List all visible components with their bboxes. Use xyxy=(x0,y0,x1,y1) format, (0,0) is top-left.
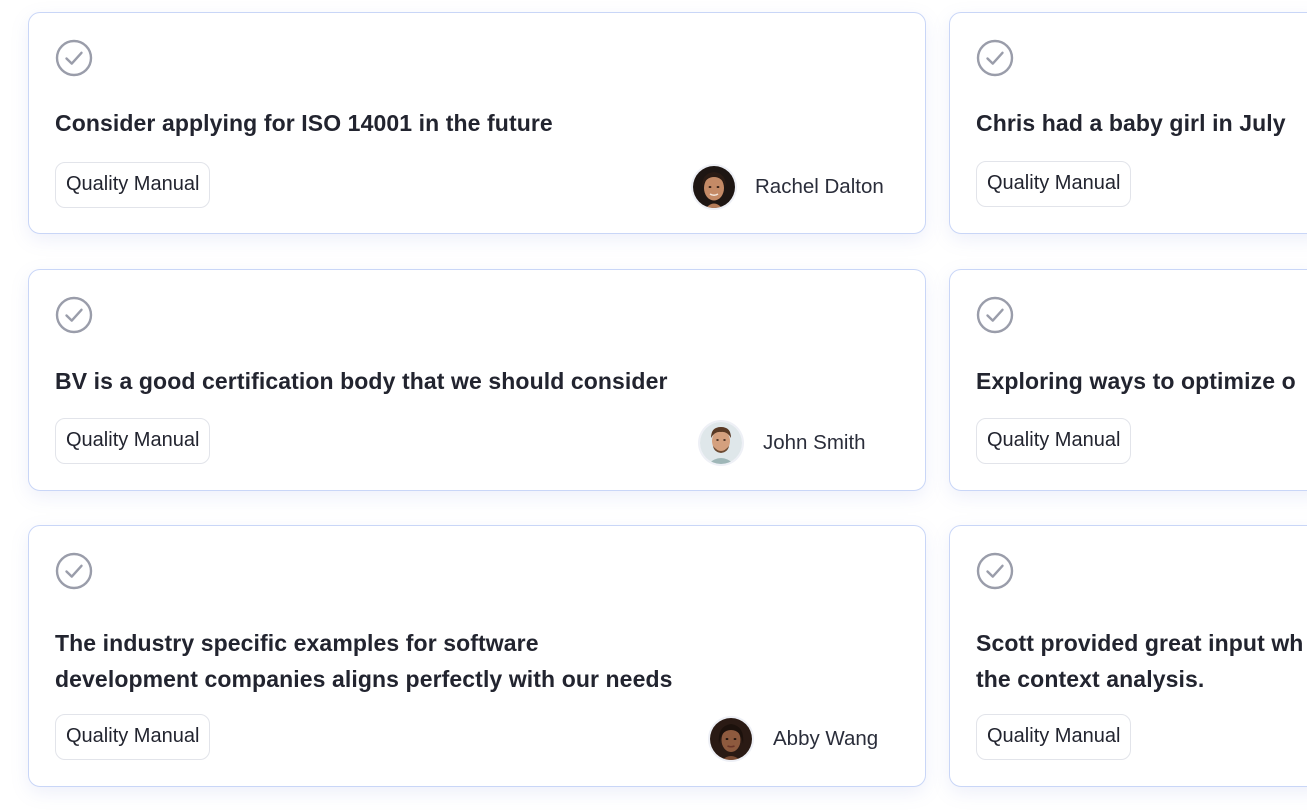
check-circle-icon[interactable] xyxy=(976,296,1014,334)
feedback-card[interactable]: Chris had a baby girl in July Quality Ma… xyxy=(949,12,1307,234)
card-title: Consider applying for ISO 14001 in the f… xyxy=(55,110,553,136)
avatar xyxy=(700,422,742,464)
feedback-card[interactable]: BV is a good certification body that we … xyxy=(28,269,926,491)
author: Rachel Dalton xyxy=(693,166,884,208)
author-name: Rachel Dalton xyxy=(755,175,884,198)
tag-quality-manual[interactable]: Quality Manual xyxy=(976,714,1132,760)
author-name: Abby Wang xyxy=(773,727,879,750)
card-title-line: The industry specific examples for softw… xyxy=(55,630,539,656)
check-circle-icon[interactable] xyxy=(55,39,93,77)
feedback-card[interactable]: The industry specific examples for softw… xyxy=(28,525,926,787)
check-circle-icon[interactable] xyxy=(55,296,93,334)
check-circle-icon[interactable] xyxy=(976,552,1014,590)
card-title: BV is a good certification body that we … xyxy=(55,368,668,394)
check-circle-icon[interactable] xyxy=(55,552,93,590)
tag-quality-manual[interactable]: Quality Manual xyxy=(55,418,211,464)
author: John Smith xyxy=(700,422,866,464)
check-circle-icon[interactable] xyxy=(976,39,1014,77)
card-title-line: the context analysis. xyxy=(976,666,1205,692)
avatar xyxy=(693,166,735,208)
card-title-line: development companies aligns perfectly w… xyxy=(55,666,673,692)
author: Abby Wang xyxy=(710,718,878,760)
author-name: John Smith xyxy=(763,431,866,454)
feedback-card[interactable]: Exploring ways to optimize o Quality Man… xyxy=(949,269,1307,491)
card-title: Chris had a baby girl in July xyxy=(976,110,1286,136)
tag-quality-manual[interactable]: Quality Manual xyxy=(976,418,1132,464)
card-title: Scott provided great input wh the contex… xyxy=(976,625,1303,697)
card-title: Exploring ways to optimize o xyxy=(976,368,1296,394)
card-title-line: Scott provided great input wh xyxy=(976,630,1304,656)
card-title: The industry specific examples for softw… xyxy=(55,625,673,697)
tag-quality-manual[interactable]: Quality Manual xyxy=(55,162,211,208)
avatar xyxy=(710,718,752,760)
tag-quality-manual[interactable]: Quality Manual xyxy=(55,714,211,760)
feedback-card[interactable]: Scott provided great input wh the contex… xyxy=(949,525,1307,787)
feedback-card[interactable]: Consider applying for ISO 14001 in the f… xyxy=(28,12,926,234)
tag-quality-manual[interactable]: Quality Manual xyxy=(976,161,1132,207)
